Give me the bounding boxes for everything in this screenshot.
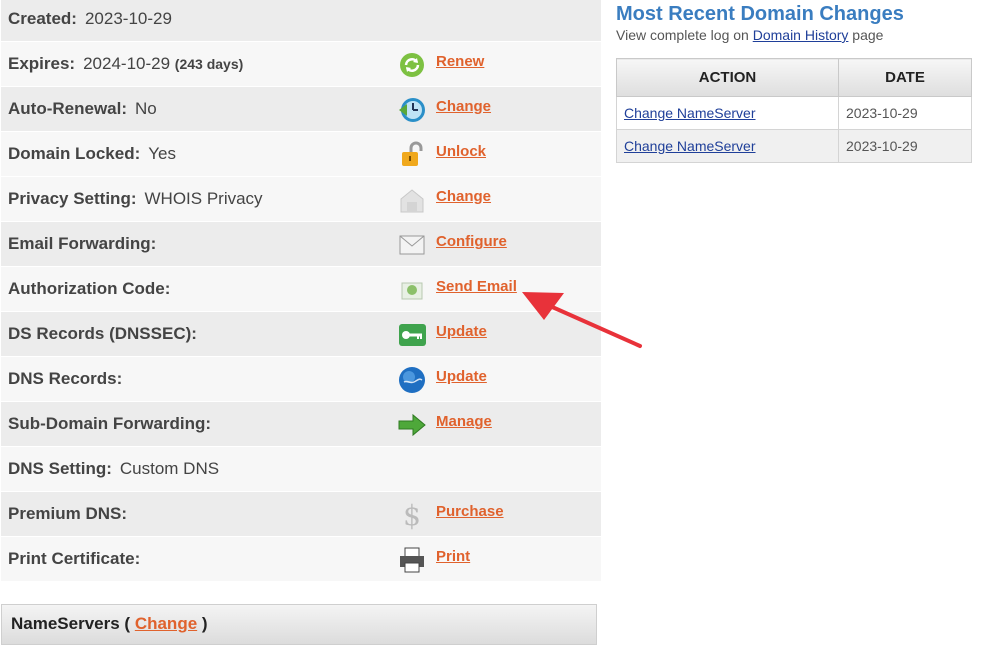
dns-setting-value: Custom DNS [119, 459, 220, 478]
mail-send-icon [397, 275, 427, 305]
unlock-link[interactable]: Unlock [436, 143, 486, 160]
configure-link[interactable]: Configure [436, 233, 507, 250]
detail-row-premium-dns: Premium DNS: $ Purchase [1, 492, 601, 537]
change-nameserver-link[interactable]: Change NameServer [624, 138, 756, 154]
detail-row-ds-records: DS Records (DNSSEC): Update [1, 312, 601, 357]
detail-row-privacy: Privacy Setting: WHOIS Privacy Change [1, 177, 601, 222]
detail-row-email-forwarding: Email Forwarding: Configure [1, 222, 601, 267]
domain-details-table: Created: 2023-10-29 Expires: 2024-10-29 (2… [1, 0, 601, 582]
printer-icon [397, 545, 427, 575]
envelope-icon [397, 230, 427, 260]
key-icon [397, 320, 427, 350]
detail-row-authorization-code: Authorization Code: Send Email [1, 267, 601, 312]
domain-locked-value: Yes [148, 144, 176, 163]
expires-label: Expires: 2024-10-29 (243 days) [8, 54, 244, 73]
privacy-house-icon [397, 185, 427, 215]
annotation-arrow [522, 292, 642, 348]
domain-history-link[interactable]: Domain History [753, 27, 849, 43]
arrow-right-icon [397, 410, 427, 440]
detail-row-dns-setting: DNS Setting: Custom DNS [1, 447, 601, 492]
manage-link[interactable]: Manage [436, 413, 492, 430]
privacy-value: WHOIS Privacy [144, 189, 263, 208]
recent-changes-subtitle: View complete log on Domain History page [616, 27, 884, 43]
svg-text:$: $ [403, 500, 421, 530]
domain-locked-label: Domain Locked: Yes [8, 144, 176, 163]
privacy-label: Privacy Setting: WHOIS Privacy [8, 189, 263, 208]
dns-records-update-link[interactable]: Update [436, 368, 487, 385]
clock-icon [397, 95, 427, 125]
privacy-change-link[interactable]: Change [436, 188, 491, 205]
padlock-icon [397, 140, 427, 170]
renew-link[interactable]: Renew [436, 53, 484, 70]
recent-changes-title: Most Recent Domain Changes [616, 3, 904, 25]
action-cell: Change NameServer [616, 129, 839, 163]
detail-row-dns-records: DNS Records: Update [1, 357, 601, 402]
ds-records-update-link[interactable]: Update [436, 323, 487, 340]
dollar-icon: $ [397, 500, 427, 530]
auto-renewal-value: No [135, 99, 157, 118]
detail-row-created: Created: 2023-10-29 [1, 0, 601, 42]
table-row: Change NameServer 2023-10-29 [616, 96, 972, 130]
detail-row-domain-locked: Domain Locked: Yes Unlock [1, 132, 601, 177]
send-email-link[interactable]: Send Email [436, 278, 517, 295]
date-cell: 2023-10-29 [838, 129, 972, 163]
renew-icon [397, 50, 427, 80]
auto-renewal-change-link[interactable]: Change [436, 98, 491, 115]
action-cell: Change NameServer [616, 96, 839, 130]
expires-days: (243 days) [174, 56, 244, 72]
column-header-date: DATE [838, 58, 972, 97]
auto-renewal-label: Auto-Renewal: No [8, 99, 157, 118]
change-nameserver-link[interactable]: Change NameServer [624, 105, 756, 121]
dns-records-label: DNS Records: [8, 369, 123, 388]
nameservers-change-link[interactable]: Change [135, 614, 197, 633]
created-value: 2023-10-29 [84, 9, 172, 28]
detail-row-subdomain-forwarding: Sub-Domain Forwarding: Manage [1, 402, 601, 447]
nameservers-header: NameServers ( Change ) [1, 604, 597, 645]
table-row: Change NameServer 2023-10-29 [616, 129, 972, 163]
nameservers-title: NameServers ( Change ) [11, 614, 208, 633]
print-link[interactable]: Print [436, 548, 470, 565]
expires-value: 2024-10-29 [83, 54, 171, 73]
detail-row-auto-renewal: Auto-Renewal: No Change [1, 87, 601, 132]
recent-changes-table: ACTION DATE Change NameServer 2023-10-29… [616, 58, 972, 163]
created-label: Created: 2023-10-29 [8, 9, 172, 28]
ds-records-label: DS Records (DNSSEC): [8, 324, 197, 343]
print-certificate-label: Print Certificate: [8, 549, 141, 568]
email-forwarding-label: Email Forwarding: [8, 234, 157, 253]
premium-dns-label: Premium DNS: [8, 504, 128, 523]
dns-setting-label: DNS Setting: Custom DNS [8, 459, 220, 478]
subdomain-forwarding-label: Sub-Domain Forwarding: [8, 414, 212, 433]
detail-row-print-certificate: Print Certificate: Print [1, 537, 601, 582]
purchase-link[interactable]: Purchase [436, 503, 504, 520]
globe-icon [397, 365, 427, 395]
column-header-action: ACTION [616, 58, 839, 97]
detail-row-expires: Expires: 2024-10-29 (243 days) Renew [1, 42, 601, 87]
date-cell: 2023-10-29 [838, 96, 972, 130]
authorization-code-label: Authorization Code: [8, 279, 171, 298]
